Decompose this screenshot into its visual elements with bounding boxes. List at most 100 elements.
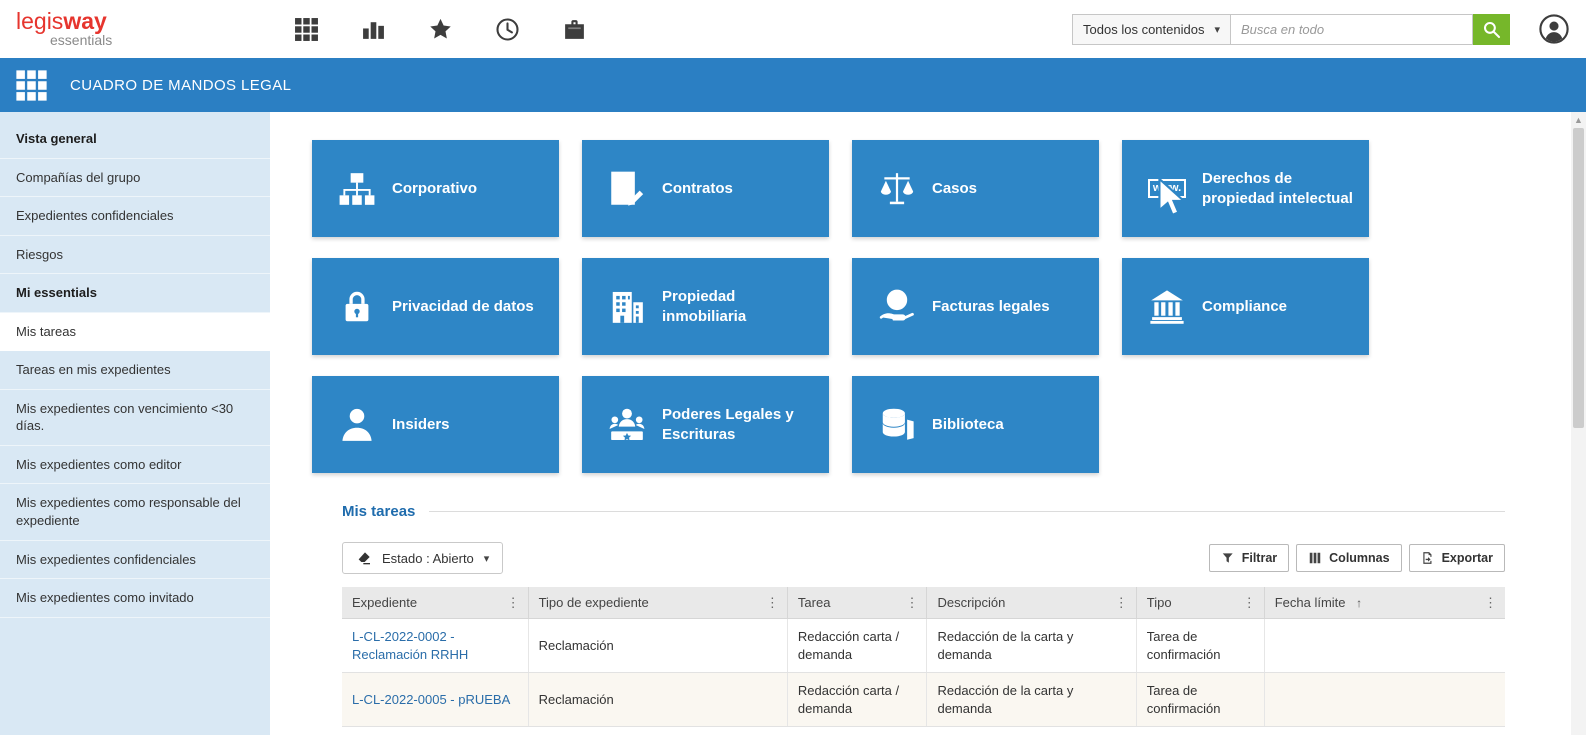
tile-privacidad-de-datos[interactable]: Privacidad de datos [312, 258, 559, 355]
tile-corporativo[interactable]: Corporativo [312, 140, 559, 237]
sidebar-item-label: Riesgos [16, 247, 63, 262]
sidebar-item-mi-essentials[interactable]: Mi essentials [0, 274, 270, 313]
column-header-tarea[interactable]: Tarea ⋮ [787, 587, 927, 619]
user-avatar-icon[interactable] [1538, 13, 1570, 45]
sidebar-item-expedientes-vencimiento-30-dias[interactable]: Mis expedientes con vencimiento <30 días… [0, 390, 270, 446]
www-cursor-icon: www. [1148, 170, 1186, 208]
sidebar-item-vista-general[interactable]: Vista general [0, 120, 270, 159]
column-header-tipo[interactable]: Tipo ⋮ [1136, 587, 1264, 619]
sort-ascending-icon[interactable]: ↑ [1356, 596, 1362, 610]
columns-button[interactable]: Columnas [1296, 544, 1401, 572]
sidebar-item-expedientes-como-invitado[interactable]: Mis expedientes como invitado [0, 579, 270, 618]
tile-label: Contratos [662, 179, 737, 199]
tile-label: Compliance [1202, 297, 1291, 317]
sidebar-item-mis-tareas[interactable]: Mis tareas [0, 313, 270, 352]
vertical-scrollbar[interactable]: ▲ [1571, 112, 1586, 735]
cell-fecha-limite [1264, 673, 1505, 727]
bank-icon [1148, 288, 1186, 326]
tile-derechos-propiedad-intelectual[interactable]: www. Derechos de propiedad intelectual [1122, 140, 1369, 237]
building-icon [608, 288, 646, 326]
scrollbar-thumb[interactable] [1573, 128, 1584, 428]
column-menu-icon[interactable]: ⋮ [905, 595, 918, 611]
star-icon[interactable] [428, 17, 453, 42]
sidebar-item-riesgos[interactable]: Riesgos [0, 236, 270, 275]
tile-facturas-legales[interactable]: $ Facturas legales [852, 258, 1099, 355]
column-header-fecha-limite[interactable]: Fecha límite ↑ ⋮ [1264, 587, 1505, 619]
chevron-down-icon: ▾ [1214, 23, 1220, 36]
table-action-buttons: Filtrar Columnas Exportar [1209, 544, 1505, 572]
tile-propiedad-inmobiliaria[interactable]: Propiedad inmobiliaria [582, 258, 829, 355]
topbar-icons [294, 17, 587, 42]
tasks-section-header: Mis tareas [342, 503, 1505, 520]
sidebar-item-expedientes-confidenciales[interactable]: Expedientes confidenciales [0, 197, 270, 236]
sidebar-item-label: Mis tareas [16, 324, 76, 339]
filter-button[interactable]: Filtrar [1209, 544, 1289, 572]
brand-name: legisway [16, 9, 268, 33]
sidebar-item-expedientes-como-responsable[interactable]: Mis expedientes como responsable del exp… [0, 484, 270, 540]
column-header-tipo-de-expediente[interactable]: Tipo de expediente ⋮ [528, 587, 787, 619]
cell-expediente: L-CL-2022-0002 - Reclamación RRHH [342, 619, 528, 673]
table-row: L-CL-2022-0002 - Reclamación RRHH Reclam… [342, 619, 1505, 673]
cell-fecha-limite [1264, 619, 1505, 673]
column-header-descripcion[interactable]: Descripción ⋮ [927, 587, 1136, 619]
sidebar-item-companias-del-grupo[interactable]: Compañías del grupo [0, 159, 270, 198]
tasks-table: Expediente ⋮ Tipo de expediente ⋮ Tarea … [342, 587, 1505, 727]
table-row: L-CL-2022-0005 - pRUEBA Reclamación Reda… [342, 673, 1505, 727]
status-filter-chip[interactable]: Estado : Abierto ▾ [342, 542, 503, 574]
funnel-icon [1221, 551, 1235, 565]
brand-name-light: legis [16, 8, 63, 34]
column-header-expediente[interactable]: Expediente ⋮ [342, 587, 528, 619]
tile-contratos[interactable]: Contratos [582, 140, 829, 237]
hand-coin-icon: $ [878, 288, 916, 326]
dashboard-grid-icon [15, 69, 48, 102]
sidebar-item-expedientes-como-editor[interactable]: Mis expedientes como editor [0, 446, 270, 485]
scroll-up-icon[interactable]: ▲ [1574, 112, 1583, 128]
column-menu-icon[interactable]: ⋮ [1243, 595, 1256, 611]
chevron-down-icon: ▾ [484, 552, 490, 565]
tile-label: Propiedad inmobiliaria [662, 287, 819, 326]
tile-biblioteca[interactable]: Biblioteca [852, 376, 1099, 473]
tasks-controls: Estado : Abierto ▾ Filtrar Column [342, 542, 1505, 574]
sidebar-item-label: Mis expedientes como responsable del exp… [16, 495, 241, 528]
cell-descripcion: Redacción de la carta y demanda [927, 619, 1136, 673]
tile-compliance[interactable]: Compliance [1122, 258, 1369, 355]
sidebar: Vista general Compañías del grupo Expedi… [0, 112, 270, 735]
tile-casos[interactable]: Casos [852, 140, 1099, 237]
notary-group-icon [608, 406, 646, 444]
scales-icon [878, 170, 916, 208]
column-menu-icon[interactable]: ⋮ [1115, 595, 1128, 611]
export-button[interactable]: Exportar [1409, 544, 1505, 572]
column-menu-icon[interactable]: ⋮ [507, 595, 520, 611]
content: Vista general Compañías del grupo Expedi… [0, 112, 1586, 735]
bar-chart-icon[interactable] [361, 17, 386, 42]
brand-logo[interactable]: legisway essentials [0, 9, 268, 49]
search-scope-dropdown[interactable]: Todos los contenidos ▾ [1072, 14, 1231, 45]
column-label: Tarea [798, 595, 831, 610]
tile-label: Facturas legales [932, 297, 1054, 317]
search-button[interactable] [1473, 14, 1510, 45]
sidebar-item-label: Compañías del grupo [16, 170, 140, 185]
apps-grid-icon[interactable] [294, 17, 319, 42]
tile-label: Privacidad de datos [392, 297, 538, 317]
column-menu-icon[interactable]: ⋮ [1484, 595, 1497, 611]
sidebar-item-label: Mis expedientes como invitado [16, 590, 194, 605]
sidebar-item-tareas-en-mis-expedientes[interactable]: Tareas en mis expedientes [0, 351, 270, 390]
export-button-label: Exportar [1442, 551, 1493, 565]
briefcase-icon[interactable] [562, 17, 587, 42]
filter-button-label: Filtrar [1242, 551, 1277, 565]
sidebar-item-expedientes-confidenciales-mios[interactable]: Mis expedientes confidenciales [0, 541, 270, 580]
tile-poderes-legales-y-escrituras[interactable]: Poderes Legales y Escrituras [582, 376, 829, 473]
sidebar-item-label: Mis expedientes con vencimiento <30 días… [16, 401, 233, 434]
clock-icon[interactable] [495, 17, 520, 42]
cell-descripcion: Redacción de la carta y demanda [927, 673, 1136, 727]
tile-label: Insiders [392, 415, 454, 435]
sidebar-item-label: Vista general [16, 131, 97, 146]
sidebar-item-label: Mi essentials [16, 285, 97, 300]
column-menu-icon[interactable]: ⋮ [766, 595, 779, 611]
tile-insiders[interactable]: Insiders [312, 376, 559, 473]
search-input[interactable] [1231, 14, 1473, 45]
expediente-link[interactable]: L-CL-2022-0005 - pRUEBA [352, 692, 510, 707]
person-icon [338, 406, 376, 444]
expediente-link[interactable]: L-CL-2022-0002 - Reclamación RRHH [352, 629, 468, 662]
topbar: legisway essentials Todos los contenidos… [0, 0, 1586, 58]
